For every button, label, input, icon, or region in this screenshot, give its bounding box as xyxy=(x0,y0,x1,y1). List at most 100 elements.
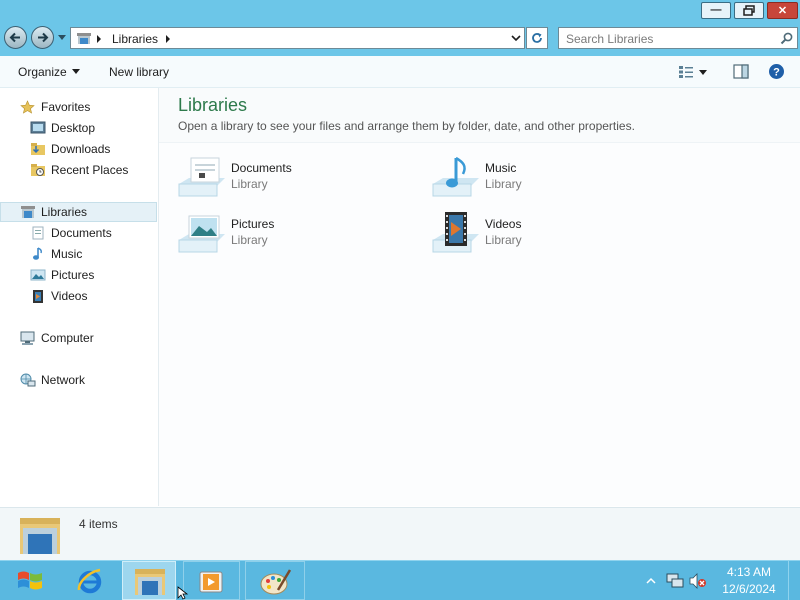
nav-desktop-label: Desktop xyxy=(51,121,96,135)
documents-library-icon xyxy=(178,157,225,197)
library-item-pictures[interactable]: Pictures Library xyxy=(177,212,397,256)
taskbar-paint[interactable] xyxy=(245,561,305,600)
title-bar: — ✕ xyxy=(0,0,800,23)
library-item-music[interactable]: Music Library xyxy=(431,156,651,200)
svg-text:?: ? xyxy=(773,67,780,79)
nav-downloads-label: Downloads xyxy=(51,142,111,156)
minimize-button[interactable]: — xyxy=(701,2,731,19)
clock-time[interactable]: 4:13 AM xyxy=(716,565,782,579)
help-icon[interactable]: ? xyxy=(768,63,785,80)
library-item-name: Videos xyxy=(485,217,522,231)
nav-downloads[interactable]: Downloads xyxy=(0,139,157,159)
computer-icon xyxy=(20,331,35,345)
search-box[interactable]: Search Libraries xyxy=(558,27,798,49)
search-placeholder: Search Libraries xyxy=(566,32,654,46)
item-count: 4 items xyxy=(79,517,118,531)
videos-library-icon xyxy=(432,212,479,253)
file-explorer-icon xyxy=(135,569,165,595)
organize-button[interactable]: Organize xyxy=(18,65,80,79)
taskbar-internet-explorer[interactable] xyxy=(64,561,116,600)
restore-icon xyxy=(743,5,755,16)
nav-network-label: Network xyxy=(41,373,86,387)
nav-recent-places[interactable]: Recent Places xyxy=(0,160,157,180)
internet-explorer-icon xyxy=(77,568,102,594)
back-arrow-icon xyxy=(9,32,20,43)
maximize-button[interactable] xyxy=(734,2,764,19)
address-bar[interactable]: Libraries xyxy=(70,27,525,49)
breadcrumb-separator-icon[interactable] xyxy=(166,35,170,43)
breadcrumb-libraries[interactable]: Libraries xyxy=(112,32,158,46)
library-item-type: Library xyxy=(231,233,268,247)
details-pane: 4 items xyxy=(0,507,800,561)
search-icon[interactable] xyxy=(780,32,793,45)
paint-palette-icon xyxy=(260,569,292,595)
refresh-button[interactable] xyxy=(526,27,548,49)
downloads-folder-icon xyxy=(31,143,45,155)
command-bar: Organize New library ? xyxy=(0,56,800,88)
forward-button[interactable] xyxy=(31,26,54,49)
network-icon xyxy=(20,373,36,387)
forward-arrow-icon xyxy=(38,32,49,43)
speaker-muted-icon[interactable] xyxy=(689,573,707,589)
recent-places-icon xyxy=(31,164,45,176)
library-item-name: Music xyxy=(485,161,517,175)
show-desktop-button[interactable] xyxy=(788,561,800,600)
library-item-videos[interactable]: Videos Library xyxy=(431,212,651,256)
nav-music[interactable]: Music xyxy=(0,244,157,264)
nav-pictures[interactable]: Pictures xyxy=(0,265,157,285)
library-header: Libraries Open a library to see your fil… xyxy=(159,88,800,143)
start-button[interactable] xyxy=(4,561,54,600)
nav-videos-label: Videos xyxy=(51,289,88,303)
nav-desktop[interactable]: Desktop xyxy=(0,118,157,138)
library-item-type: Library xyxy=(231,177,268,191)
library-item-type: Library xyxy=(485,233,522,247)
music-library-icon xyxy=(432,156,479,197)
nav-favorites[interactable]: Favorites xyxy=(0,97,157,117)
new-library-button[interactable]: New library xyxy=(109,65,169,79)
page-title: Libraries xyxy=(178,95,248,115)
music-note-icon xyxy=(33,247,42,260)
show-hidden-icons-icon[interactable] xyxy=(646,577,656,585)
clock-date[interactable]: 12/6/2024 xyxy=(716,582,782,596)
organize-label: Organize xyxy=(18,65,67,79)
explorer-window: — ✕ Libraries Search Libraries Organize … xyxy=(0,0,800,561)
nav-computer[interactable]: Computer xyxy=(0,328,157,348)
nav-libraries[interactable]: Libraries xyxy=(0,202,157,222)
address-row: Libraries Search Libraries xyxy=(0,23,800,56)
close-button[interactable]: ✕ xyxy=(767,2,798,19)
refresh-icon xyxy=(532,33,542,43)
nav-network[interactable]: Network xyxy=(0,370,157,390)
nav-favorites-label: Favorites xyxy=(41,100,91,114)
documents-icon xyxy=(32,226,44,240)
nav-videos[interactable]: Videos xyxy=(0,286,157,306)
nav-computer-label: Computer xyxy=(41,331,94,345)
windows-logo-icon xyxy=(18,571,42,590)
video-film-icon xyxy=(33,290,43,303)
page-subtitle: Open a library to see your files and arr… xyxy=(178,119,635,133)
nav-music-label: Music xyxy=(51,247,83,261)
pictures-library-icon xyxy=(178,215,225,253)
recent-pages-dropdown[interactable] xyxy=(58,35,66,40)
taskbar: 4:13 AM 12/6/2024 xyxy=(0,560,800,600)
pictures-icon xyxy=(30,269,46,281)
libraries-large-icon xyxy=(20,518,60,554)
preview-pane-icon[interactable] xyxy=(733,64,749,79)
network-status-icon[interactable] xyxy=(666,573,684,589)
libraries-icon xyxy=(21,206,35,218)
chevron-down-icon xyxy=(71,69,80,74)
nav-pictures-label: Pictures xyxy=(51,268,95,282)
view-options-icon[interactable] xyxy=(678,65,694,79)
taskbar-media-player[interactable] xyxy=(183,561,240,600)
library-item-type: Library xyxy=(485,177,522,191)
navigation-pane: Favorites Desktop Downloads Recent Place… xyxy=(0,88,159,506)
nav-documents[interactable]: Documents xyxy=(0,223,157,243)
content-pane: Libraries Open a library to see your fil… xyxy=(159,88,800,506)
library-item-documents[interactable]: Documents Library xyxy=(177,156,397,200)
libraries-icon xyxy=(77,33,91,44)
desktop-icon xyxy=(30,121,46,134)
back-button[interactable] xyxy=(4,26,27,49)
chevron-down-icon[interactable] xyxy=(511,33,521,43)
view-dropdown-icon[interactable] xyxy=(699,70,707,75)
taskbar-file-explorer[interactable] xyxy=(122,561,176,600)
nav-recent-places-label: Recent Places xyxy=(51,163,129,177)
